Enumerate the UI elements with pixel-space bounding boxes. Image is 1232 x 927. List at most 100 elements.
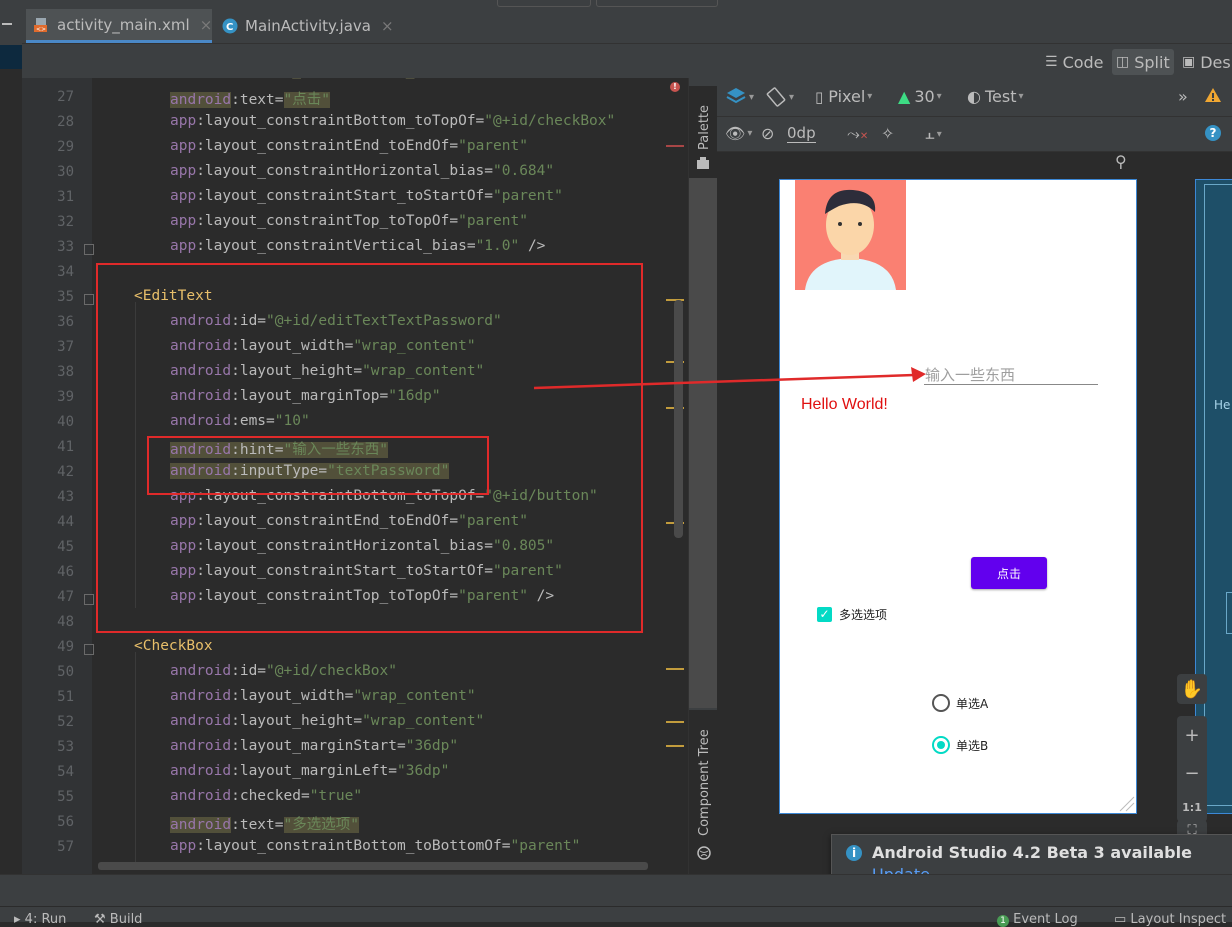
palette-icon bbox=[697, 157, 709, 169]
code-token: "点击" bbox=[283, 92, 330, 108]
magnet-off-icon: ⊘ bbox=[761, 124, 775, 143]
fold-marker-icon[interactable] bbox=[84, 594, 94, 605]
device-selector[interactable] bbox=[596, 0, 718, 7]
line-number: 41 bbox=[57, 439, 74, 455]
code-line-partial: android:layout_height="wrap_content" bbox=[170, 78, 484, 79]
phone-icon: ▯ bbox=[815, 87, 824, 106]
tab-activity-main-xml[interactable]: <> activity_main.xml × bbox=[26, 9, 212, 43]
design-preview-pane: ▾ ▾ ▯ Pixel ▾ ▲ 30 ▾ ◐ Test ▾ » 👁 ▾ ⊘ 0dp ⤳✕… bbox=[717, 78, 1232, 874]
radio-option-a[interactable]: 单选A bbox=[932, 694, 988, 712]
code-token: android bbox=[170, 817, 232, 833]
close-tab-icon[interactable]: × bbox=[381, 17, 394, 35]
design-toolbar-bottom: 👁 ▾ ⊘ 0dp ⤳✕ ✧ ⫠ ▾ ? bbox=[717, 117, 1232, 152]
fold-marker-icon[interactable] bbox=[84, 244, 94, 255]
password-input[interactable]: 输入一些东西 bbox=[924, 364, 1098, 385]
layout-inspector-button[interactable]: ▭ Layout Inspect bbox=[1114, 912, 1226, 927]
code-line[interactable]: app:layout_constraintBottom_toTopOf="@+i… bbox=[170, 113, 615, 129]
code-line[interactable]: android:id="@+id/checkBox" bbox=[170, 663, 397, 679]
view-options-button[interactable]: 👁 ▾ bbox=[725, 124, 752, 143]
autoconnect-toggle[interactable]: ⊘ bbox=[761, 124, 774, 143]
code-line[interactable]: <CheckBox bbox=[134, 638, 213, 654]
code-line[interactable]: app:layout_constraintEnd_toEndOf="parent… bbox=[170, 138, 528, 154]
code-token: app bbox=[170, 138, 197, 154]
line-number: 38 bbox=[57, 364, 74, 380]
more-actions-button[interactable]: » bbox=[1178, 87, 1188, 106]
warning-stripe-marker[interactable] bbox=[666, 745, 684, 747]
device-selector-button[interactable]: ▯ Pixel ▾ bbox=[815, 87, 872, 106]
code-line[interactable]: app:layout_constraintHorizontal_bias="0.… bbox=[170, 163, 554, 179]
run-config-selector[interactable] bbox=[497, 0, 591, 7]
split-mode-button[interactable]: ◫ Split bbox=[1112, 49, 1174, 75]
code-token: :layout_constraintHorizontal_bias= bbox=[196, 163, 494, 179]
event-log-button[interactable]: 1 Event Log bbox=[997, 912, 1078, 927]
build-label: Build bbox=[109, 912, 143, 927]
lines-icon: ☰ bbox=[1045, 54, 1058, 70]
code-token: :layout_constraintBottom_toTopOf= bbox=[196, 113, 485, 129]
warning-stripe-marker[interactable] bbox=[666, 668, 684, 670]
code-line[interactable]: app:layout_constraintBottom_toBottomOf="… bbox=[170, 838, 580, 854]
code-line[interactable]: app:layout_constraintTop_toTopOf="parent… bbox=[170, 213, 528, 229]
fold-marker-icon[interactable] bbox=[84, 294, 94, 305]
editor-tab-bar: <> activity_main.xml × C MainActivity.ja… bbox=[0, 9, 1232, 44]
code-line[interactable]: android:checked="true" bbox=[170, 788, 362, 804]
code-token: app bbox=[170, 188, 197, 204]
phone-preview[interactable]: 输入一些东西 Hello World! 点击 ✓ 多选选项 单选A 单选B bbox=[779, 179, 1137, 814]
resize-handle-icon[interactable] bbox=[1118, 795, 1136, 813]
code-token: "parent" bbox=[458, 138, 528, 154]
title-strip bbox=[0, 0, 1232, 9]
api-level-button[interactable]: ▲ 30 ▾ bbox=[898, 87, 942, 106]
editor-vertical-scrollbar[interactable] bbox=[674, 300, 683, 538]
run-tool-button[interactable]: ▸ 4: Run bbox=[14, 912, 66, 927]
help-icon[interactable]: ? bbox=[1205, 125, 1221, 141]
design-mode-label: Desi bbox=[1200, 52, 1232, 72]
multi-choice-checkbox[interactable]: ✓ 多选选项 bbox=[817, 606, 887, 623]
fold-marker-icon[interactable] bbox=[84, 644, 94, 655]
code-line[interactable]: android:layout_marginLeft="36dp" bbox=[170, 763, 449, 779]
code-token: "true" bbox=[309, 788, 363, 804]
pan-hand-icon[interactable]: ✋ bbox=[1177, 674, 1207, 704]
line-number: 32 bbox=[57, 214, 74, 230]
wrench-icon[interactable]: ⚲ bbox=[1115, 152, 1127, 171]
code-line[interactable]: android:text="点击" bbox=[170, 88, 330, 109]
code-line[interactable]: android:layout_height="wrap_content" bbox=[170, 713, 484, 729]
code-mode-button[interactable]: ☰ Code bbox=[1045, 49, 1104, 75]
build-tool-button[interactable]: ⚒ Build bbox=[94, 912, 142, 927]
radio-option-b[interactable]: 单选B bbox=[932, 736, 988, 754]
line-number: 56 bbox=[57, 814, 74, 830]
zoom-out-button[interactable]: − bbox=[1184, 763, 1199, 784]
clear-constraints-button[interactable]: ⤳✕ bbox=[847, 124, 868, 144]
warning-stripe-marker[interactable] bbox=[666, 721, 684, 723]
margin-label: 0dp bbox=[787, 124, 816, 142]
component-tree-tab[interactable]: Component Tree bbox=[689, 710, 718, 874]
line-number: 33 bbox=[57, 239, 74, 255]
xml-file-icon: <> bbox=[34, 17, 50, 33]
editor-horizontal-scrollbar[interactable] bbox=[98, 862, 648, 870]
error-stripe-marker[interactable] bbox=[666, 145, 684, 147]
code-line[interactable]: app:layout_constraintVertical_bias="1.0"… bbox=[170, 238, 545, 254]
line-number: 50 bbox=[57, 664, 74, 680]
guidelines-button[interactable]: ⫠ ▾ bbox=[925, 124, 942, 144]
infer-constraints-button[interactable]: ✧ bbox=[881, 124, 894, 143]
code-line[interactable]: app:layout_constraintStart_toStartOf="pa… bbox=[170, 188, 563, 204]
theme-button[interactable]: ◐ Test ▾ bbox=[967, 87, 1024, 106]
default-margin-button[interactable]: 0dp bbox=[787, 124, 816, 143]
close-tab-icon[interactable]: × bbox=[200, 16, 213, 34]
globe-icon bbox=[697, 846, 711, 860]
warning-icon[interactable] bbox=[1204, 87, 1222, 103]
code-line[interactable]: android:layout_marginStart="36dp" bbox=[170, 738, 458, 754]
code-token: :layout_constraintBottom_toBottomOf= bbox=[196, 838, 511, 854]
tab-main-activity-java[interactable]: C MainActivity.java × bbox=[216, 9, 394, 43]
code-editor[interactable]: 26 27 28 29 30 31 32 33 34 35 36 37 38 39 40 41 42 43 44 45… bbox=[22, 78, 688, 874]
avatar-image[interactable] bbox=[795, 180, 906, 290]
zoom-in-button[interactable]: + bbox=[1184, 725, 1199, 746]
error-indicator-icon[interactable]: ! bbox=[670, 82, 680, 92]
orientation-button[interactable]: ▾ bbox=[765, 86, 794, 108]
design-mode-button[interactable]: ▣ Desi bbox=[1182, 49, 1232, 75]
code-line[interactable]: android:layout_width="wrap_content" bbox=[170, 688, 476, 704]
zoom-actual-size-button[interactable]: 1:1 bbox=[1182, 801, 1202, 814]
code-line[interactable]: android:text="多选选项" bbox=[170, 813, 359, 834]
design-surface-button[interactable]: ▾ bbox=[725, 86, 754, 108]
editor-breadcrumb-bar bbox=[0, 874, 1232, 907]
palette-tab[interactable]: Palette bbox=[689, 86, 718, 178]
click-button[interactable]: 点击 bbox=[971, 557, 1047, 589]
